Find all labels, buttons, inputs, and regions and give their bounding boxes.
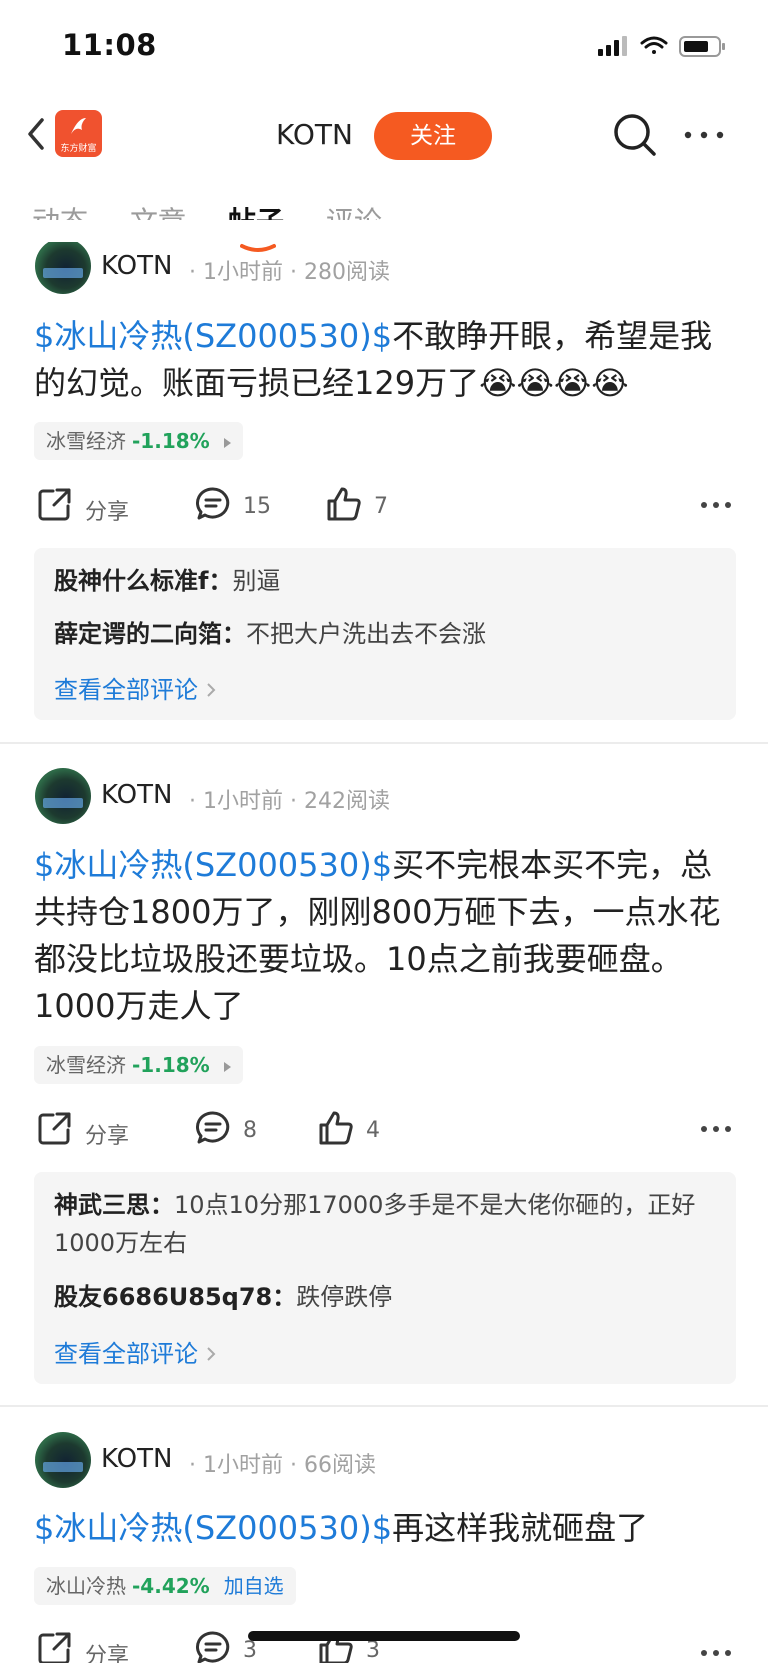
- post-more-icon[interactable]: [700, 1124, 732, 1134]
- comments-preview: 股神什么标准f：别逼 薛定谔的二向箔：不把大户洗出去不会涨 查看全部评论: [34, 548, 736, 720]
- comment-text: 别逼: [232, 567, 281, 595]
- tag-change: -1.18%: [132, 1053, 210, 1077]
- comment-text: 跌停跌停: [296, 1283, 393, 1311]
- thumbs-up-icon: [319, 1111, 353, 1145]
- comment-button[interactable]: 15: [195, 486, 275, 526]
- comment-button[interactable]: 8: [195, 1110, 275, 1150]
- stock-link[interactable]: $冰山冷热(SZ000530)$: [34, 846, 392, 884]
- comment-item: 神武三思：10点10分那17000多手是不是大佬你砸的，正好1000万左右: [54, 1191, 696, 1257]
- comment-user: 神武三思: [54, 1191, 150, 1219]
- post-text: 再这样我就砸盘了: [392, 1509, 649, 1547]
- stock-tag[interactable]: 冰雪经济 -1.18%: [34, 1046, 243, 1084]
- view-all-comments-link[interactable]: 查看全部评论: [54, 670, 216, 705]
- comment-item: 股友6686U85q78：跌停跌停: [54, 1283, 393, 1311]
- stock-tag[interactable]: 冰山冷热 -4.42% 加自选: [34, 1567, 296, 1605]
- post-author[interactable]: KOTN: [101, 251, 172, 281]
- add-to-watchlist-button[interactable]: 加自选: [224, 1574, 284, 1598]
- post-reads: 242阅读: [304, 789, 390, 814]
- post-more-icon[interactable]: [700, 500, 732, 510]
- more-options-icon[interactable]: [682, 125, 726, 145]
- chevron-right-icon: [206, 683, 216, 697]
- search-icon[interactable]: [612, 112, 658, 158]
- comment-icon: [196, 487, 230, 520]
- logo-mark-icon: [71, 118, 86, 134]
- post-time: 1小时前: [203, 789, 283, 814]
- post-reads: 66阅读: [304, 1453, 376, 1478]
- author-avatar[interactable]: [35, 238, 91, 294]
- follow-button[interactable]: 关注: [374, 112, 492, 160]
- battery-icon: [679, 36, 725, 57]
- divider: [0, 1405, 768, 1407]
- comment-item: 股神什么标准f：别逼: [54, 567, 281, 595]
- stock-tag[interactable]: 冰雪经济 -1.18%: [34, 422, 243, 460]
- tag-name: 冰雪经济: [46, 1053, 126, 1077]
- tag-name: 冰山冷热: [46, 1574, 126, 1598]
- post-meta: · 1小时前 · 66阅读: [189, 1453, 376, 1478]
- share-button[interactable]: 分享: [37, 1110, 147, 1150]
- comment-item: 薛定谔的二向箔：不把大户洗出去不会涨: [54, 620, 486, 648]
- tag-name: 冰雪经济: [46, 429, 126, 453]
- app-logo: 东方财富: [55, 110, 102, 157]
- share-icon: [38, 1112, 71, 1145]
- comment-user: 股神什么标准f: [54, 567, 209, 595]
- tag-change: -4.42%: [132, 1574, 210, 1598]
- post-content[interactable]: $冰山冷热(SZ000530)$买不完根本买不完，总共持仓1800万了，刚刚80…: [34, 842, 734, 1030]
- stock-link[interactable]: $冰山冷热(SZ000530)$: [34, 317, 392, 355]
- active-tab-indicator: [240, 244, 276, 252]
- status-time: 11:08: [62, 28, 157, 62]
- comment-text: 不把大户洗出去不会涨: [246, 620, 486, 648]
- back-icon[interactable]: [18, 110, 58, 158]
- comment-icon: [196, 1631, 230, 1663]
- author-avatar[interactable]: [35, 768, 91, 824]
- tag-arrow-icon: [223, 437, 231, 448]
- share-button[interactable]: 分享: [37, 1630, 147, 1663]
- thumbs-up-icon: [327, 487, 361, 521]
- post-time: 1小时前: [203, 260, 283, 285]
- status-icons: [598, 36, 725, 57]
- post-content[interactable]: $冰山冷热(SZ000530)$不敢睁开眼，希望是我的幻觉。账面亏损已经129万…: [34, 313, 734, 407]
- post-author[interactable]: KOTN: [101, 780, 172, 810]
- chevron-right-icon: [206, 1347, 216, 1361]
- comment-user: 薛定谔的二向箔: [54, 620, 222, 648]
- page-title: KOTN: [276, 118, 353, 151]
- tag-change: -1.18%: [132, 429, 210, 453]
- tag-arrow-icon: [223, 1061, 231, 1072]
- like-button[interactable]: 4: [318, 1110, 398, 1150]
- like-button[interactable]: 7: [326, 486, 406, 526]
- stock-link[interactable]: $冰山冷热(SZ000530)$: [34, 1509, 392, 1547]
- author-avatar[interactable]: [35, 1432, 91, 1488]
- share-icon: [38, 1632, 71, 1663]
- logo-text: 东方财富: [60, 144, 97, 154]
- post-reads: 280阅读: [304, 260, 390, 285]
- comment-user: 股友6686U85q78: [54, 1283, 273, 1311]
- post-meta: · 1小时前 · 242阅读: [189, 789, 390, 814]
- cellular-signal-icon: [598, 36, 627, 56]
- comments-preview: 神武三思：10点10分那17000多手是不是大佬你砸的，正好1000万左右 股友…: [34, 1172, 736, 1384]
- post-content[interactable]: $冰山冷热(SZ000530)$再这样我就砸盘了: [34, 1505, 734, 1552]
- wifi-icon: [640, 36, 668, 54]
- view-all-comments-link[interactable]: 查看全部评论: [54, 1334, 216, 1369]
- post-meta: · 1小时前 · 280阅读: [189, 260, 390, 285]
- divider: [0, 742, 768, 744]
- post-time: 1小时前: [203, 1453, 283, 1478]
- post-author[interactable]: KOTN: [101, 1444, 172, 1474]
- share-button[interactable]: 分享: [37, 486, 147, 526]
- share-icon: [38, 488, 71, 521]
- comment-icon: [196, 1111, 230, 1144]
- home-indicator: [248, 1631, 520, 1641]
- post-more-icon[interactable]: [700, 1648, 732, 1658]
